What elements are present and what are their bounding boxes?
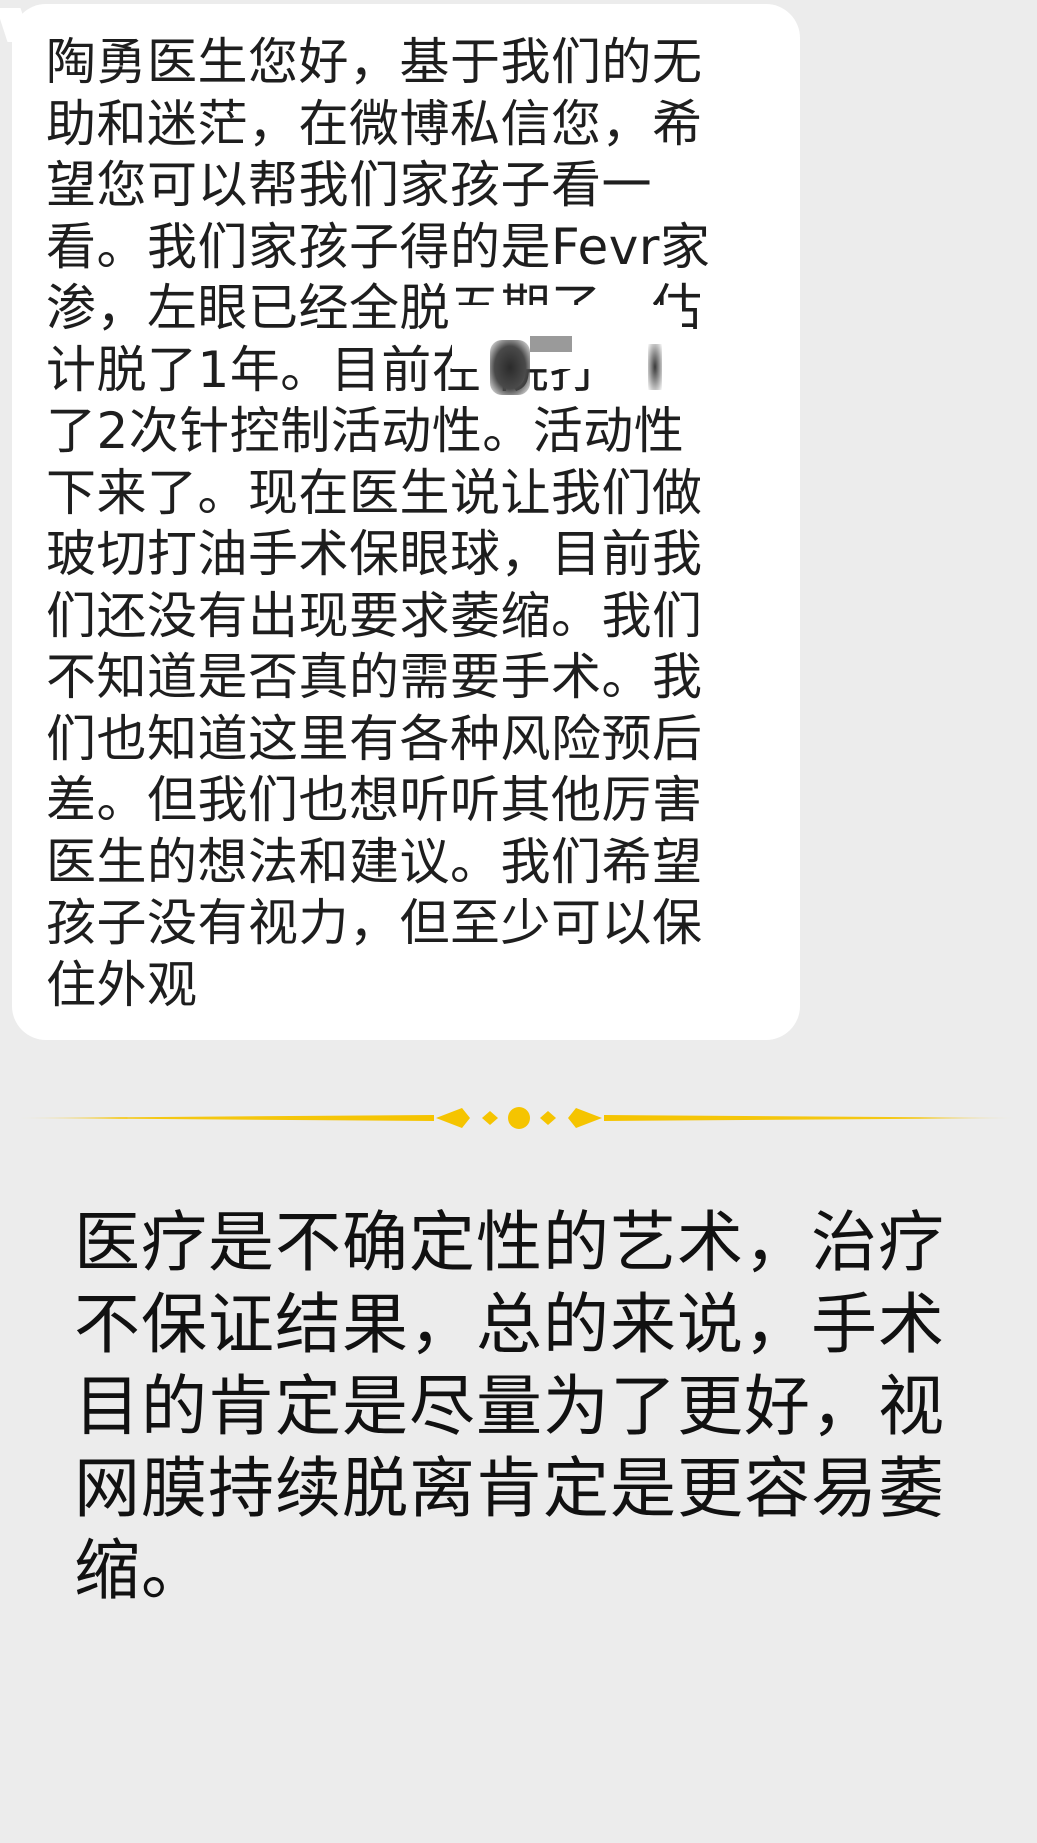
- message-line: 医生的想法和建议。我们希望: [46, 832, 703, 891]
- message-line: 玻切打油手术保眼球，目前我: [46, 525, 703, 583]
- reply-line: 目的肯定是尽量为了更好，视: [74, 1368, 945, 1445]
- reply-line: 医疗是不确定性的艺术，治疗: [74, 1204, 945, 1281]
- message-line: 住外观: [46, 955, 198, 1014]
- redaction-mark: [648, 344, 662, 390]
- message-line: 下来了。现在医生说让我们做: [46, 463, 703, 522]
- message-line: 看。我们家孩子得的是Fevr家: [46, 217, 711, 276]
- message-bubble: 陶勇医生您好，基于我们的无 助和迷茫，在微博私信您，希 望您可以帮我们家孩子看一…: [12, 4, 800, 1040]
- redaction-mark: [530, 336, 572, 352]
- reply-line: 缩。: [74, 1532, 208, 1609]
- message-line: 们还没有出现要求萎缩。我们: [46, 586, 703, 645]
- message-line: 望您可以帮我们家孩子看一: [46, 156, 652, 214]
- message-line: 们也知道这里有各种风险预后: [46, 709, 703, 768]
- screenshot-page: 陶勇医生您好，基于我们的无 助和迷茫，在微博私信您，希 望您可以帮我们家孩子看一…: [0, 0, 1037, 1843]
- redaction-mark: [490, 340, 530, 395]
- reply-text: 医疗是不确定性的艺术，治疗 不保证结果，总的来说，手术 目的肯定是尽量为了更好，…: [74, 1202, 974, 1612]
- message-text: 陶勇医生您好，基于我们的无 助和迷茫，在微博私信您，希 望您可以帮我们家孩子看一…: [46, 32, 746, 1016]
- reply-line: 网膜持续脱离肯定是更容易萎: [74, 1450, 945, 1527]
- message-line: 陶勇医生您好，基于我们的无: [46, 33, 703, 91]
- message-line: 助和迷茫，在微博私信您，希: [46, 94, 703, 153]
- message-line: 了2次针控制活动性。活动性: [46, 402, 685, 460]
- message-line: 差。但我们也想听听其他厉害: [46, 771, 703, 829]
- ornamental-divider-icon: [14, 1107, 1024, 1129]
- reply-line: 不保证结果，总的来说，手术: [74, 1286, 945, 1363]
- message-line: 不知道是否真的需要手术。我: [46, 648, 703, 706]
- message-line: 孩子没有视力，但至少可以保: [46, 894, 703, 952]
